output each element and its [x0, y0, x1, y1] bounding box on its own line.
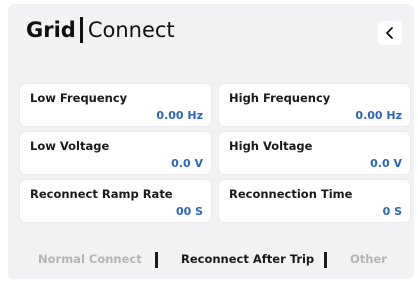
grid-connect-screen: Grid Connect Low Frequency 0.00 Hz High … — [8, 4, 414, 279]
page-title-light: Connect — [87, 18, 175, 42]
field-low-voltage[interactable]: Low Voltage 0.0 V — [20, 132, 211, 174]
field-value[interactable]: 0.00 Hz — [355, 109, 402, 122]
mode-tabs: Normal Connect Reconnect After Trip Othe… — [8, 248, 414, 272]
field-label: Reconnection Time — [229, 187, 353, 201]
field-label: Low Frequency — [30, 91, 128, 105]
field-high-voltage[interactable]: High Voltage 0.0 V — [219, 132, 410, 174]
field-low-frequency[interactable]: Low Frequency 0.00 Hz — [20, 84, 211, 126]
field-high-frequency[interactable]: High Frequency 0.00 Hz — [219, 84, 410, 126]
field-value[interactable]: 0.00 Hz — [156, 109, 203, 122]
page-title: Grid Connect — [26, 14, 175, 46]
tab-reconnect-after-trip[interactable]: Reconnect After Trip — [181, 252, 314, 266]
field-reconnection-time[interactable]: Reconnection Time 0 S — [219, 180, 410, 222]
tab-divider — [155, 252, 158, 268]
field-reconnect-ramp-rate[interactable]: Reconnect Ramp Rate 00 S — [20, 180, 211, 222]
chevron-left-icon — [386, 27, 393, 39]
back-button[interactable] — [378, 21, 402, 45]
tab-normal-connect[interactable]: Normal Connect — [38, 252, 142, 266]
field-value[interactable]: 0.0 V — [171, 157, 203, 170]
field-value[interactable]: 0 S — [383, 205, 402, 218]
page-title-bold: Grid — [26, 18, 76, 42]
field-label: High Voltage — [229, 139, 313, 153]
field-value[interactable]: 00 S — [176, 205, 203, 218]
tab-divider — [324, 252, 327, 268]
field-label: Reconnect Ramp Rate — [30, 187, 173, 201]
field-label: Low Voltage — [30, 139, 110, 153]
tab-other[interactable]: Other — [350, 252, 387, 266]
field-value[interactable]: 0.0 V — [370, 157, 402, 170]
field-label: High Frequency — [229, 91, 331, 105]
settings-grid: Low Frequency 0.00 Hz High Frequency 0.0… — [20, 84, 410, 222]
header: Grid Connect — [8, 4, 414, 74]
title-divider — [79, 17, 83, 43]
